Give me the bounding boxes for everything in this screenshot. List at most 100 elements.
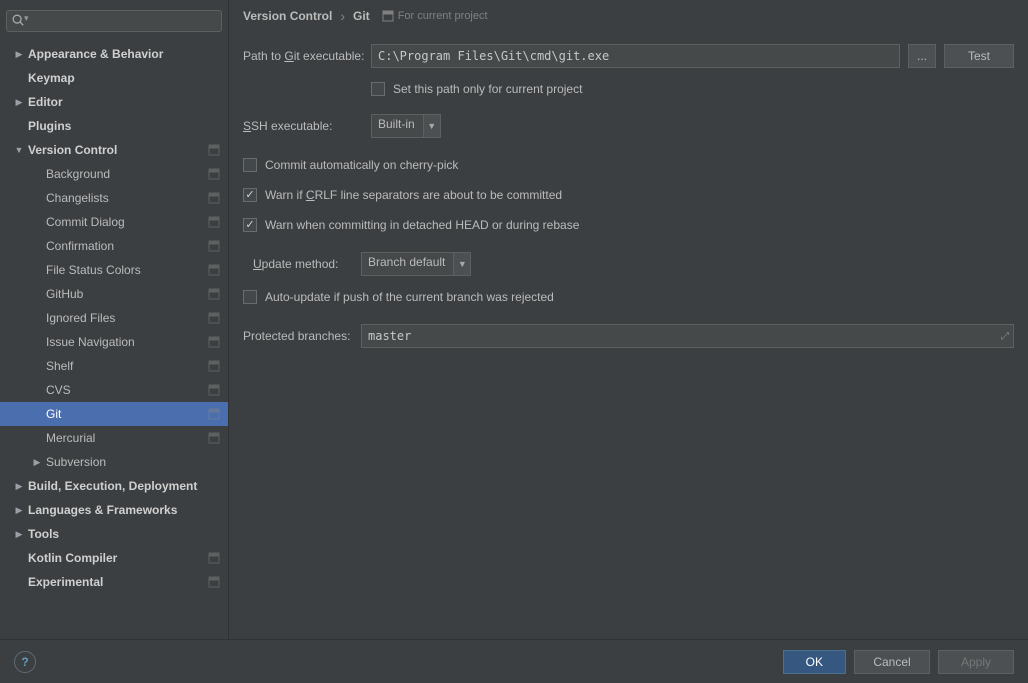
project-scope-icon [208,576,220,588]
sidebar-item-issue-navigation[interactable]: Issue Navigation [0,330,228,354]
sidebar-item-label: Kotlin Compiler [28,551,117,565]
sidebar-item-confirmation[interactable]: Confirmation [0,234,228,258]
sidebar-item-git[interactable]: Git [0,402,228,426]
search-icon [11,13,25,27]
sidebar-item-plugins[interactable]: Plugins [0,114,228,138]
tree-arrow-spacer [32,313,42,323]
search-dropdown-icon[interactable]: ▾ [24,13,29,24]
sidebar-item-label: Commit Dialog [46,215,125,229]
tree-arrow-icon[interactable]: ▶ [14,505,24,515]
sidebar-item-label: Shelf [46,359,73,373]
expand-icon[interactable]: ⤢ [997,331,1013,342]
sidebar-item-editor[interactable]: ▶ Editor [0,90,228,114]
detached-warn-checkbox[interactable] [243,218,257,232]
update-method-label: Update method: [243,257,361,271]
sidebar-item-label: Issue Navigation [46,335,135,349]
sidebar-search: ▾ [6,10,222,32]
tree-arrow-spacer [32,385,42,395]
apply-button[interactable]: Apply [938,650,1014,674]
tree-arrow-spacer [32,241,42,251]
cherrypick-checkbox[interactable] [243,158,257,172]
sidebar-item-keymap[interactable]: Keymap [0,66,228,90]
sidebar-item-label: Changelists [46,191,109,205]
project-scope-icon [208,168,220,180]
breadcrumb-leaf: Git [353,9,370,23]
sidebar-item-label: Experimental [28,575,103,589]
settings-content: Version Control › Git For current projec… [229,0,1028,639]
test-button[interactable]: Test [944,44,1014,68]
crlf-warn-checkbox[interactable] [243,188,257,202]
cherrypick-label: Commit automatically on cherry-pick [265,158,458,172]
project-scope-icon [208,264,220,276]
git-path-label: Path to Git executable: [243,49,371,63]
chevron-right-icon: › [340,8,345,24]
project-scope-icon [208,432,220,444]
sidebar-item-label: Git [46,407,61,421]
tree-arrow-icon[interactable]: ▶ [32,457,42,467]
project-scope-icon [208,216,220,228]
project-scope-icon [208,240,220,252]
project-scope-icon [208,144,220,156]
set-path-only-checkbox[interactable] [371,82,385,96]
sidebar-item-label: CVS [46,383,71,397]
sidebar-item-file-status-colors[interactable]: File Status Colors [0,258,228,282]
sidebar-item-commit-dialog[interactable]: Commit Dialog [0,210,228,234]
chevron-down-icon[interactable]: ▼ [423,114,441,138]
chevron-down-icon[interactable]: ▼ [453,252,471,276]
tree-arrow-spacer [32,337,42,347]
tree-arrow-icon[interactable]: ▶ [14,481,24,491]
sidebar-item-label: Languages & Frameworks [28,503,177,517]
tree-arrow-spacer [32,193,42,203]
tree-arrow-icon[interactable]: ▼ [14,145,24,155]
sidebar-item-label: Confirmation [46,239,114,253]
search-input[interactable] [6,10,222,32]
autoupdate-checkbox[interactable] [243,290,257,304]
cancel-button[interactable]: Cancel [854,650,930,674]
tree-arrow-icon[interactable]: ▶ [14,529,24,539]
sidebar-item-shelf[interactable]: Shelf [0,354,228,378]
sidebar-item-label: Mercurial [46,431,95,445]
sidebar-item-version-control[interactable]: ▼ Version Control [0,138,228,162]
settings-tree: ▶Appearance & Behavior Keymap ▶ Editor Plu… [0,38,228,639]
crlf-warn-label: Warn if CRLF line separators are about t… [265,188,562,202]
sidebar-item-label: Keymap [28,71,75,85]
ok-button[interactable]: OK [783,650,846,674]
sidebar-item-label: Version Control [28,143,117,157]
sidebar-item-changelists[interactable]: Changelists [0,186,228,210]
ssh-executable-select[interactable]: Built-in ▼ [371,114,441,138]
sidebar-item-label: Tools [28,527,59,541]
sidebar-item-subversion[interactable]: ▶Subversion [0,450,228,474]
sidebar-item-cvs[interactable]: CVS [0,378,228,402]
update-method-select[interactable]: Branch default ▼ [361,252,471,276]
tree-arrow-icon[interactable]: ▶ [14,97,24,107]
sidebar-item-ignored-files[interactable]: Ignored Files [0,306,228,330]
sidebar-item-label: Build, Execution, Deployment [28,479,197,493]
sidebar-item-github[interactable]: GitHub [0,282,228,306]
dialog-button-bar: ? OK Cancel Apply [0,639,1028,683]
tree-arrow-spacer [32,265,42,275]
help-button[interactable]: ? [14,651,36,673]
sidebar-item-kotlin-compiler[interactable]: Kotlin Compiler [0,546,228,570]
tree-arrow-icon[interactable]: ▶ [14,49,24,59]
sidebar-item-mercurial[interactable]: Mercurial [0,426,228,450]
tree-arrow-spacer [14,577,24,587]
tree-arrow-spacer [32,289,42,299]
settings-sidebar: ▾ ▶Appearance & Behavior Keymap ▶ Editor P… [0,0,229,639]
protected-branches-input[interactable] [362,325,997,347]
tree-arrow-spacer [14,553,24,563]
for-current-project-label: For current project [382,10,488,22]
sidebar-item-languages-frameworks[interactable]: ▶ Languages & Frameworks [0,498,228,522]
sidebar-item-build-execution-deployment[interactable]: ▶ Build, Execution, Deployment [0,474,228,498]
detached-warn-label: Warn when committing in detached HEAD or… [265,218,579,232]
sidebar-item-background[interactable]: Background [0,162,228,186]
breadcrumb-root[interactable]: Version Control [243,9,332,23]
browse-button[interactable]: ... [908,44,936,68]
git-path-input[interactable] [371,44,900,68]
sidebar-item-tools[interactable]: ▶ Tools [0,522,228,546]
sidebar-item-appearance-behavior[interactable]: ▶Appearance & Behavior [0,42,228,66]
project-scope-icon [208,192,220,204]
sidebar-item-label: Plugins [28,119,71,133]
set-path-only-label: Set this path only for current project [393,82,582,96]
sidebar-item-label: Editor [28,95,63,109]
sidebar-item-experimental[interactable]: Experimental [0,570,228,594]
